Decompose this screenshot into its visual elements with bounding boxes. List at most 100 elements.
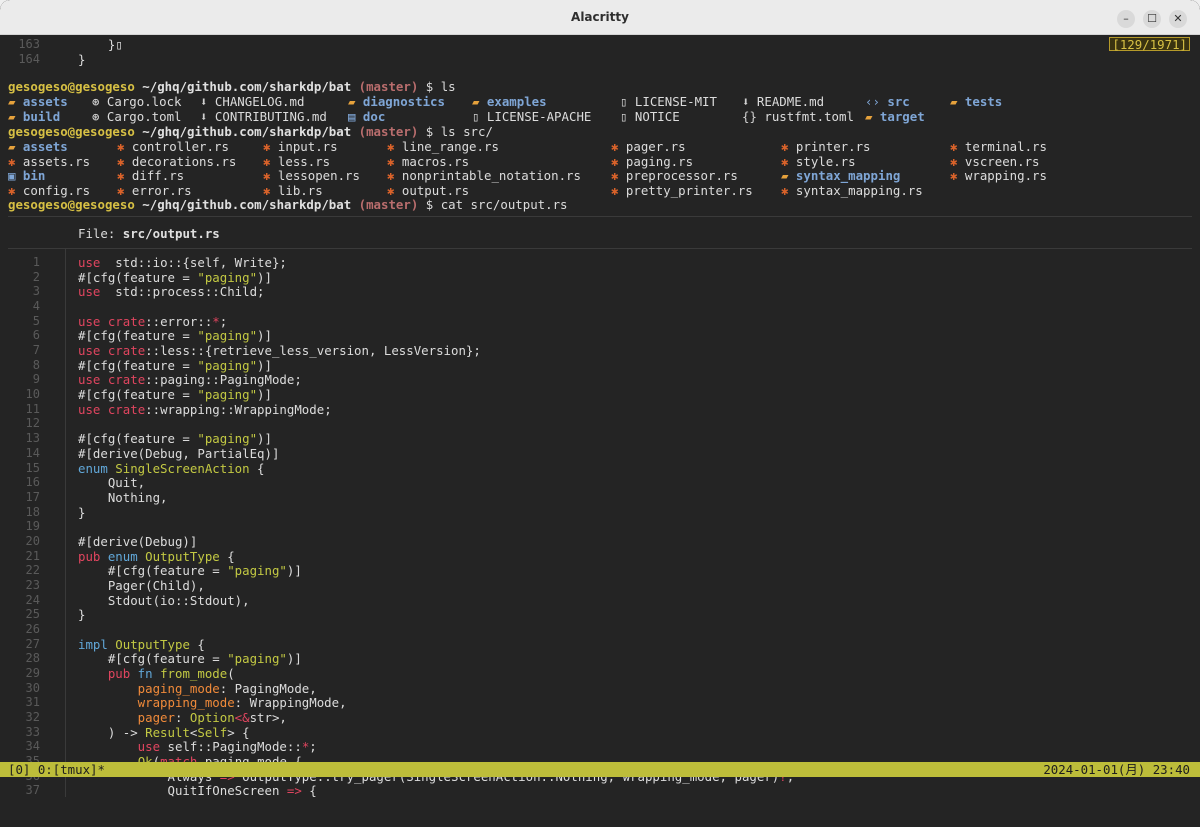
ls-src-entry[interactable]: ✱ error.rs xyxy=(117,183,192,198)
rust-file-icon: ✱ xyxy=(387,182,402,198)
code-token: )] xyxy=(257,357,272,373)
ls-src-entry[interactable]: ✱ paging.rs xyxy=(611,154,693,169)
ls-entry[interactable]: ⬇ README.md xyxy=(742,94,824,109)
code-line: 6 #[cfg(feature = "paging")] xyxy=(0,328,1200,343)
ls-src-entry[interactable]: ✱ line_range.rs xyxy=(387,139,499,154)
code-token: #[cfg(feature = xyxy=(78,357,198,373)
ls-entry[interactable]: ▤ doc xyxy=(348,109,385,124)
ls-entry[interactable]: ▯ LICENSE-MIT xyxy=(620,94,717,109)
rust-file-icon: ✱ xyxy=(950,153,965,169)
rust-file-icon: ✱ xyxy=(263,168,278,184)
code-token: SingleScreenAction xyxy=(107,460,250,476)
line-number: 23 xyxy=(25,577,40,592)
code-token: #[derive(Debug)] xyxy=(78,533,198,549)
ls-entry[interactable]: ⊛ Cargo.lock xyxy=(92,94,182,109)
code-token: <& xyxy=(234,710,250,726)
config-icon: ⊛ xyxy=(92,109,107,124)
terminal-content[interactable]: 163 }▯ 164} [129/1971] gesogeso@gesogeso ~/… xyxy=(0,35,1200,827)
ls-entry[interactable]: ▰ assets xyxy=(8,94,68,109)
ls-src-entry[interactable]: ✱ preprocessor.rs xyxy=(611,168,738,183)
ls-entry[interactable]: ▰ target xyxy=(865,109,925,124)
ls-src-entry[interactable]: ✱ vscreen.rs xyxy=(950,154,1040,169)
rust-file-icon: ✱ xyxy=(117,168,132,184)
line-number: 18 xyxy=(25,504,40,519)
ls-entry[interactable]: {} rustfmt.toml xyxy=(742,109,854,124)
code-text: use crate::wrapping::WrappingMode; xyxy=(78,402,332,417)
ls-src-entry[interactable]: ✱ diff.rs xyxy=(117,168,184,183)
file-name: LICENSE-APACHE xyxy=(486,109,592,124)
folder-icon: ▰ xyxy=(8,139,23,154)
folder-icon: ▰ xyxy=(8,109,23,124)
code-token: pub xyxy=(78,548,101,564)
ls-entry[interactable]: ⬇ CHANGELOG.md xyxy=(200,94,304,109)
rust-file-icon: ✱ xyxy=(8,182,23,198)
maximize-button[interactable]: ☐ xyxy=(1143,10,1161,28)
directory-name: doc xyxy=(362,109,386,124)
ls-src-entry[interactable]: ✱ controller.rs xyxy=(117,139,229,154)
folder-icon: ▰ xyxy=(781,168,796,184)
ls-entry[interactable]: ▰ tests xyxy=(950,94,1002,109)
ls-entry[interactable]: ▯ NOTICE xyxy=(620,109,680,124)
ls-src-entry[interactable]: ✱ assets.rs xyxy=(8,154,90,169)
file-name: CONTRIBUTING.md xyxy=(214,109,327,124)
ls-entry[interactable]: ⊛ Cargo.toml xyxy=(92,109,182,124)
code-line: 34 use self::PagingMode::*; xyxy=(0,739,1200,754)
ls-src-entry[interactable]: ✱ pretty_printer.rs xyxy=(611,183,753,198)
bat-separator xyxy=(8,248,1192,249)
rust-file-icon: ✱ xyxy=(117,139,132,154)
code-token: pager xyxy=(78,710,175,726)
file-name: wrapping.rs xyxy=(964,168,1047,184)
code-token: crate xyxy=(100,401,146,417)
file-name: syntax_mapping.rs xyxy=(795,182,923,198)
ls-src-entry[interactable]: ✱ decorations.rs xyxy=(117,154,236,169)
ls-src-entry[interactable]: ✱ less.rs xyxy=(263,154,330,169)
ls-src-entry[interactable]: ✱ style.rs xyxy=(781,154,856,169)
ls-src-entry[interactable]: ✱ lessopen.rs xyxy=(263,168,360,183)
terminal-window: Alacritty – ☐ ✕ 163 }▯ 164} [129/1971] geso… xyxy=(0,0,1200,827)
ls-src-entry[interactable]: ✱ macros.rs xyxy=(387,154,469,169)
line-number: 27 xyxy=(25,636,40,651)
code-text: pub fn from_mode( xyxy=(78,666,235,681)
file-name: README.md xyxy=(756,94,825,109)
ls-src-entry[interactable]: ✱ syntax_mapping.rs xyxy=(781,183,923,198)
rust-file-icon: ✱ xyxy=(117,153,132,169)
code-token: #[cfg(feature = xyxy=(78,651,228,667)
file-name: NOTICE xyxy=(634,109,680,124)
ls-entry[interactable]: ▯ LICENSE-APACHE xyxy=(472,109,591,124)
ls-src-entry[interactable]: ✱ wrapping.rs xyxy=(950,168,1047,183)
prompt-branch: (master) xyxy=(351,79,419,94)
code-line: 21 pub enum OutputType { xyxy=(0,549,1200,564)
previous-output-line: 163 }▯ xyxy=(0,37,1200,52)
ls-src-entry[interactable]: ✱ output.rs xyxy=(387,183,469,198)
directory-name: syntax_mapping xyxy=(795,168,901,184)
ls-src-entry[interactable]: ✱ input.rs xyxy=(263,139,338,154)
ls-entry[interactable]: ‹› src xyxy=(865,94,910,109)
ls-src-entry[interactable]: ✱ pager.rs xyxy=(611,139,686,154)
code-token: Quit, xyxy=(78,475,146,491)
ls-src-entry[interactable]: ✱ terminal.rs xyxy=(950,139,1047,154)
ls-entry[interactable]: ⬇ CONTRIBUTING.md xyxy=(200,109,327,124)
ls-src-entry[interactable]: ✱ printer.rs xyxy=(781,139,871,154)
close-button[interactable]: ✕ xyxy=(1169,10,1187,28)
prompt-path: ~/ghq/github.com/sharkdp/bat xyxy=(134,79,352,94)
line-number: 11 xyxy=(25,401,40,416)
minimize-button[interactable]: – xyxy=(1117,10,1135,28)
ls-entry[interactable]: ▰ examples xyxy=(472,94,547,109)
shell-prompt: gesogeso@gesogeso ~/ghq/github.com/shark… xyxy=(8,79,456,94)
ls-entry[interactable]: ▰ build xyxy=(8,109,60,124)
ls-src-entry[interactable]: ✱ lib.rs xyxy=(263,183,323,198)
line-number: 2 xyxy=(32,269,40,284)
ls-src-entry[interactable]: ▰ syntax_mapping xyxy=(781,168,900,183)
ls-src-entry[interactable]: ✱ nonprintable_notation.rs xyxy=(387,168,581,183)
ls-src-entry[interactable]: ✱ config.rs xyxy=(8,183,90,198)
code-text: use self::PagingMode::*; xyxy=(78,739,317,754)
directory-name: tests xyxy=(964,94,1003,109)
code-line: 32 pager: Option<&str>, xyxy=(0,710,1200,725)
toml-icon: {} xyxy=(742,109,765,124)
file-name: printer.rs xyxy=(795,139,871,154)
code-token: use xyxy=(78,372,101,388)
ls-src-entry[interactable]: ▰ assets xyxy=(8,139,68,154)
tmux-window-list[interactable]: [0] 0:[tmux]* xyxy=(8,762,105,777)
ls-entry[interactable]: ▰ diagnostics xyxy=(348,94,445,109)
ls-src-entry[interactable]: ▣ bin xyxy=(8,168,45,183)
